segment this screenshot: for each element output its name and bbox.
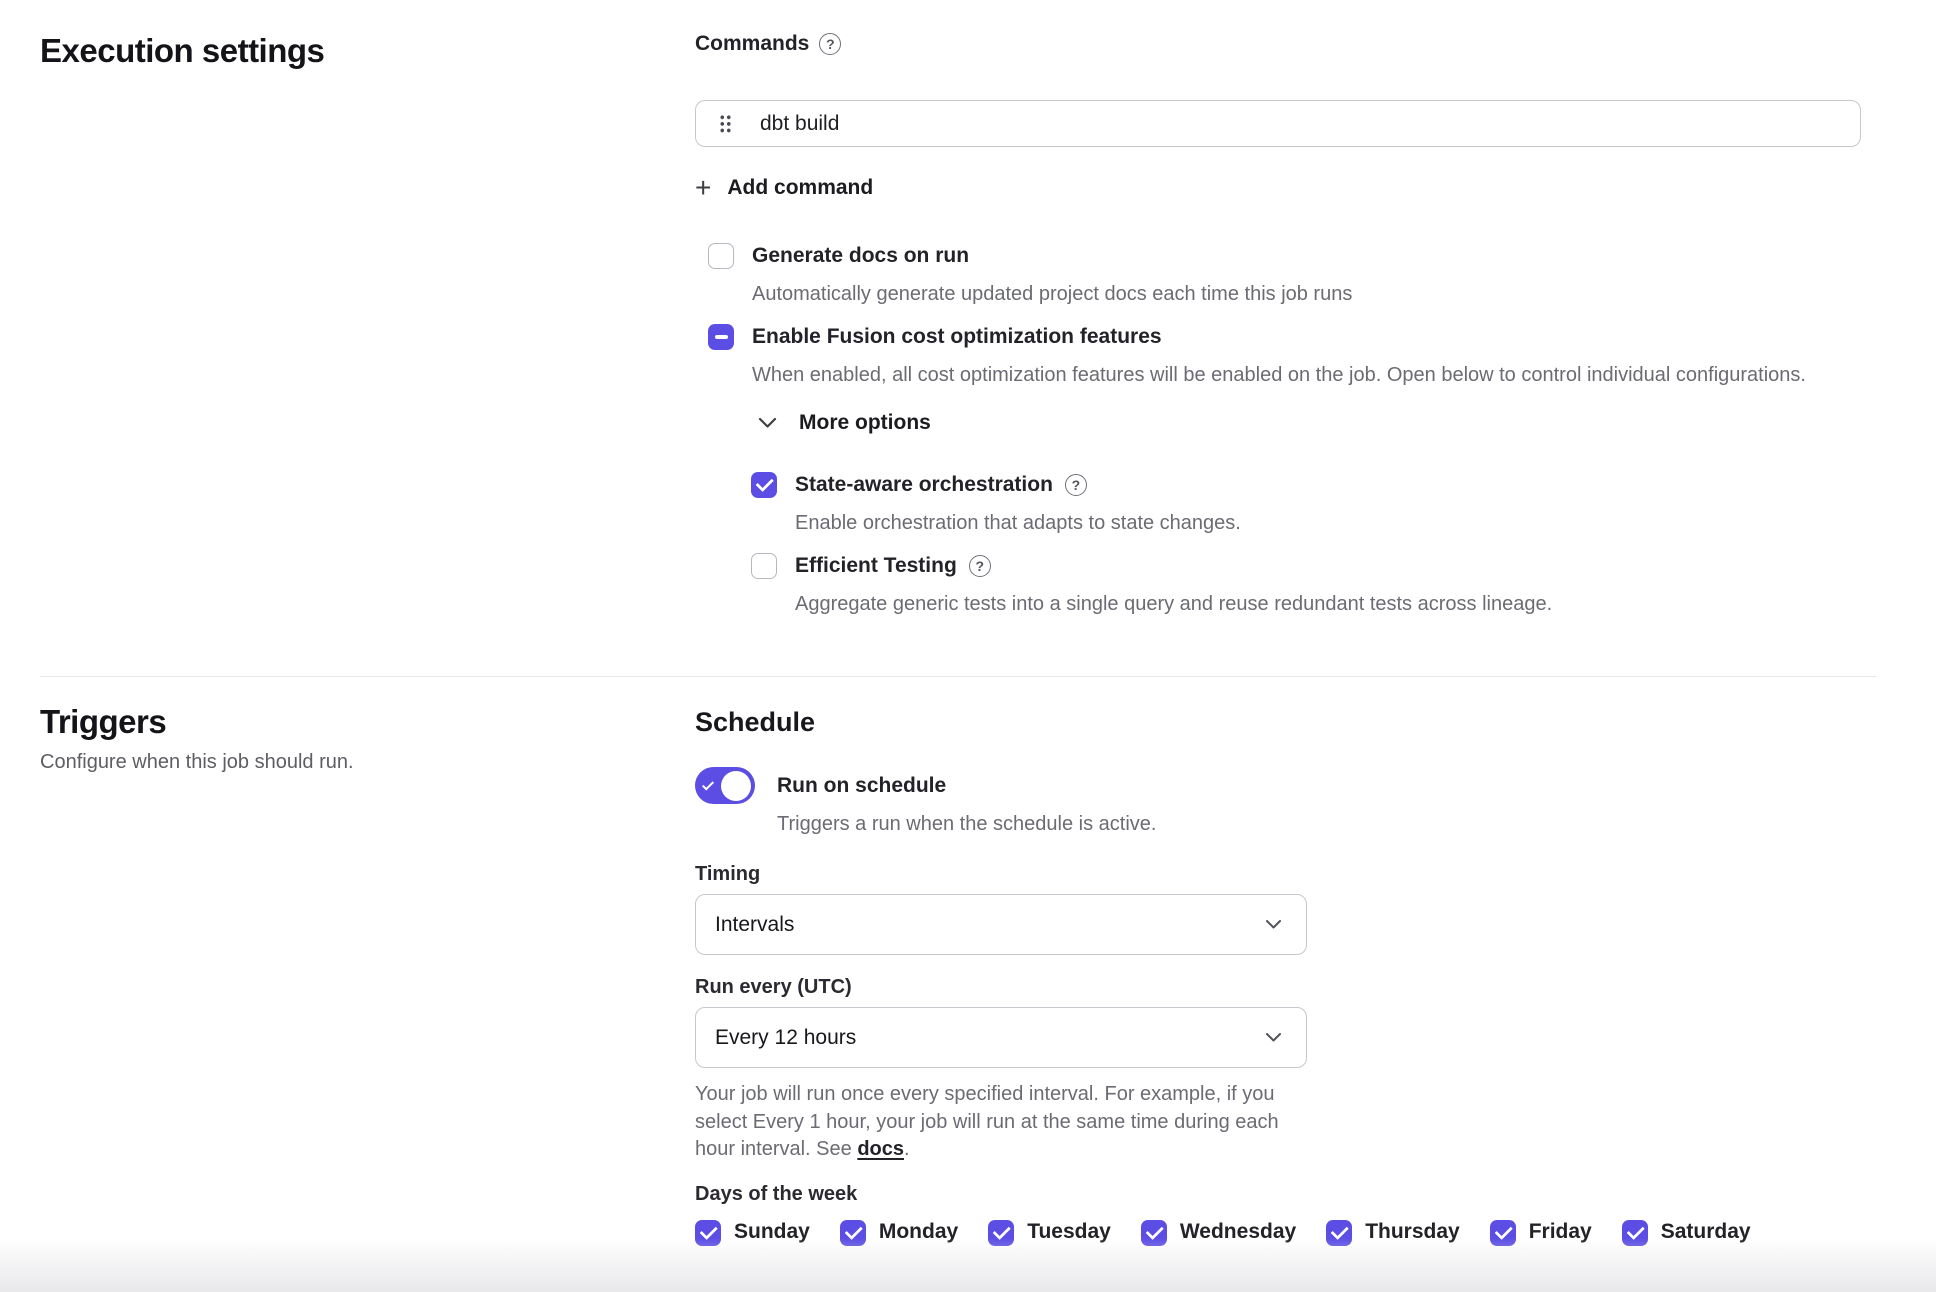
run-every-select-value: Every 12 hours	[715, 1026, 856, 1050]
job-settings-page: Execution settings Commands ? + Add comm…	[0, 0, 1936, 1292]
days-of-week-label: Days of the week	[695, 1183, 1936, 1206]
triggers-subtitle: Configure when this job should run.	[40, 751, 695, 774]
state-aware-help-icon[interactable]: ?	[1065, 474, 1087, 496]
commands-label-row: Commands ?	[695, 32, 1936, 56]
option-generate-docs: Generate docs on run Automatically gener…	[708, 242, 1936, 308]
execution-options: Generate docs on run Automatically gener…	[695, 242, 1936, 618]
execution-settings-left: Execution settings	[40, 32, 695, 618]
tuesday-checkbox[interactable]	[988, 1220, 1014, 1246]
saturday-checkbox[interactable]	[1622, 1220, 1648, 1246]
execution-settings-section: Execution settings Commands ? + Add comm…	[0, 0, 1936, 618]
run-on-schedule-toggle[interactable]	[695, 767, 755, 804]
commands-label: Commands	[695, 32, 809, 56]
option-body: Enable Fusion cost optimization features…	[752, 323, 1806, 389]
generate-docs-checkbox[interactable]	[708, 243, 734, 269]
timing-label: Timing	[695, 863, 1936, 886]
efficient-testing-desc: Aggregate generic tests into a single qu…	[795, 591, 1552, 618]
day-thursday: Thursday	[1326, 1219, 1460, 1246]
efficient-testing-checkbox[interactable]	[751, 553, 777, 579]
run-on-schedule-desc: Triggers a run when the schedule is acti…	[777, 813, 1156, 836]
generate-docs-label: Generate docs on run	[752, 242, 969, 270]
monday-label: Monday	[879, 1220, 958, 1244]
fusion-desc: When enabled, all cost optimization feat…	[752, 362, 1806, 389]
more-options-toggle[interactable]: More options	[758, 411, 931, 435]
triggers-section: Triggers Configure when this job should …	[0, 677, 1936, 1246]
thursday-checkbox[interactable]	[1326, 1220, 1352, 1246]
efficient-testing-label: Efficient Testing	[795, 552, 957, 580]
drag-handle-icon[interactable]	[719, 114, 732, 134]
schedule-content: Schedule Run on schedule Triggers a run …	[695, 703, 1936, 1246]
sunday-checkbox[interactable]	[695, 1220, 721, 1246]
run-on-schedule-label: Run on schedule	[777, 767, 1156, 804]
chevron-down-icon	[1265, 919, 1282, 930]
fusion-checkbox[interactable]	[708, 324, 734, 350]
command-row	[695, 100, 1861, 147]
day-wednesday: Wednesday	[1141, 1219, 1296, 1246]
schedule-help-text: Your job will run once every specified i…	[695, 1081, 1303, 1164]
cost-optimization-sub-options: State-aware orchestration ? Enable orche…	[751, 471, 1936, 618]
execution-settings-content: Commands ? + Add command Generate docs o…	[695, 32, 1936, 618]
state-aware-label: State-aware orchestration	[795, 471, 1053, 499]
tuesday-label: Tuesday	[1027, 1220, 1111, 1244]
saturday-label: Saturday	[1661, 1220, 1751, 1244]
toggle-text: Run on schedule Triggers a run when the …	[777, 767, 1156, 836]
option-body: Generate docs on run Automatically gener…	[752, 242, 1352, 308]
option-fusion: Enable Fusion cost optimization features…	[708, 323, 1936, 389]
execution-settings-title: Execution settings	[40, 32, 695, 70]
timing-select[interactable]: Intervals	[695, 894, 1307, 955]
commands-help-icon[interactable]: ?	[819, 33, 841, 55]
help-text-after: .	[904, 1138, 910, 1160]
help-text-before: Your job will run once every specified i…	[695, 1083, 1279, 1160]
toggle-check-icon	[702, 778, 714, 790]
chevron-down-icon	[758, 417, 777, 429]
monday-checkbox[interactable]	[840, 1220, 866, 1246]
efficient-testing-help-icon[interactable]: ?	[969, 555, 991, 577]
more-options-label: More options	[799, 411, 931, 435]
state-aware-checkbox[interactable]	[751, 472, 777, 498]
thursday-label: Thursday	[1365, 1220, 1460, 1244]
run-every-select[interactable]: Every 12 hours	[695, 1007, 1307, 1068]
friday-checkbox[interactable]	[1490, 1220, 1516, 1246]
option-state-aware: State-aware orchestration ? Enable orche…	[751, 471, 1936, 537]
day-friday: Friday	[1490, 1219, 1592, 1246]
timing-select-value: Intervals	[715, 913, 794, 937]
option-body: Efficient Testing ? Aggregate generic te…	[795, 552, 1552, 618]
wednesday-label: Wednesday	[1180, 1220, 1296, 1244]
triggers-title: Triggers	[40, 703, 695, 741]
state-aware-desc: Enable orchestration that adapts to stat…	[795, 510, 1241, 537]
chevron-down-icon	[1265, 1032, 1282, 1043]
add-command-label: Add command	[727, 176, 873, 200]
wednesday-checkbox[interactable]	[1141, 1220, 1167, 1246]
friday-label: Friday	[1529, 1220, 1592, 1244]
run-every-label: Run every (UTC)	[695, 976, 1936, 999]
days-of-week-row: Sunday Monday Tuesday Wednesday Thursday	[695, 1219, 1936, 1246]
option-body: State-aware orchestration ? Enable orche…	[795, 471, 1241, 537]
sunday-label: Sunday	[734, 1220, 810, 1244]
docs-link[interactable]: docs	[857, 1138, 904, 1160]
toggle-knob	[721, 771, 751, 801]
plus-icon: +	[695, 174, 711, 202]
schedule-title: Schedule	[695, 707, 1936, 738]
day-tuesday: Tuesday	[988, 1219, 1111, 1246]
day-sunday: Sunday	[695, 1219, 810, 1246]
command-input[interactable]	[695, 100, 1861, 147]
triggers-left: Triggers Configure when this job should …	[40, 703, 695, 1246]
day-monday: Monday	[840, 1219, 958, 1246]
bottom-scroll-fade	[0, 1238, 1936, 1292]
day-saturday: Saturday	[1622, 1219, 1751, 1246]
fusion-label: Enable Fusion cost optimization features	[752, 323, 1162, 351]
run-on-schedule-row: Run on schedule Triggers a run when the …	[695, 767, 1936, 836]
generate-docs-desc: Automatically generate updated project d…	[752, 281, 1352, 308]
option-efficient-testing: Efficient Testing ? Aggregate generic te…	[751, 552, 1936, 618]
add-command-button[interactable]: + Add command	[695, 174, 873, 202]
